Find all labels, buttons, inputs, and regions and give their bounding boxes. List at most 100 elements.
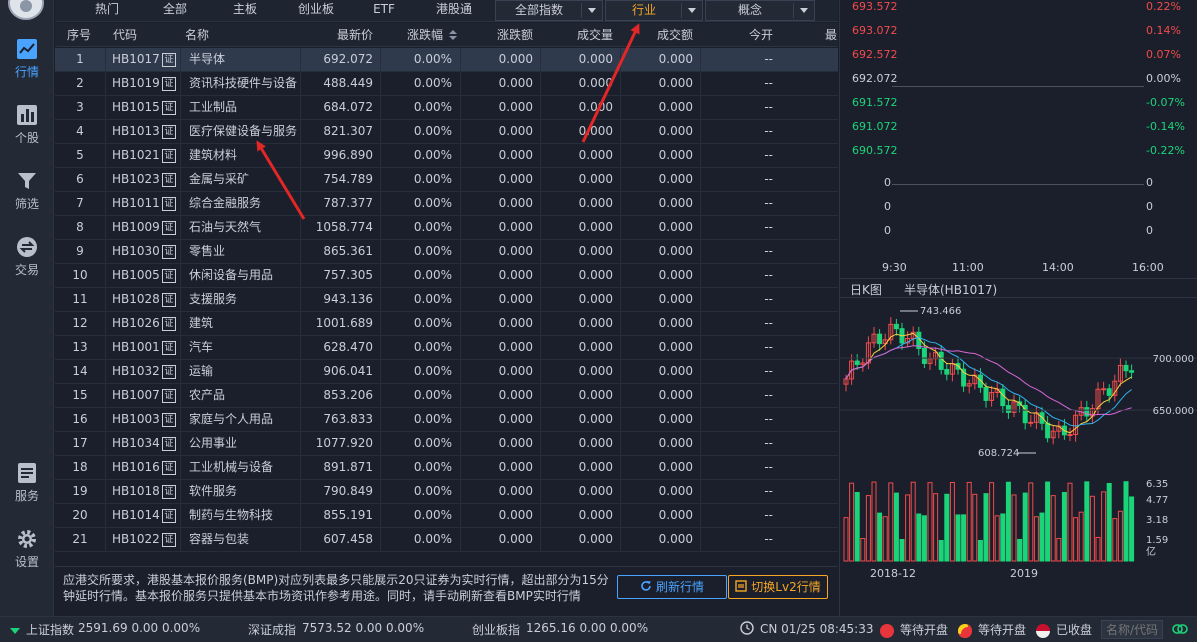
- refresh-quotes-button[interactable]: 刷新行情: [617, 575, 727, 599]
- table-row[interactable]: 12 HB1026 建筑 1001.689 0.00% 0.000 0.000 0.000 --…: [55, 312, 838, 336]
- tab-etf[interactable]: ETF: [365, 0, 403, 21]
- row-name: 运输: [189, 364, 214, 378]
- col-header-chg[interactable]: 涨跌额: [473, 23, 533, 47]
- table-row[interactable]: 17 HB1034 公用事业 1077.920 0.00% 0.000 0.000 0.000…: [55, 432, 838, 456]
- row-seq: 19: [72, 484, 88, 498]
- volume-bar: [1089, 495, 1095, 562]
- col-header-pct[interactable]: 涨跌幅: [385, 23, 457, 47]
- search-input[interactable]: [1101, 620, 1163, 639]
- table-row[interactable]: 5 HB1021 建筑材料 996.890 0.00% 0.000 0.000 0.000 --…: [55, 144, 838, 168]
- dropdown-concept[interactable]: 概念: [705, 0, 815, 21]
- row-pct: 0.00%: [413, 316, 452, 330]
- dropdown-industry[interactable]: 行业: [605, 0, 703, 21]
- row-amount: 0.000: [658, 316, 693, 330]
- table-row[interactable]: 4 HB1013 医疗保健设备与服务 821.307 0.00% 0.000 0.000 0.…: [55, 120, 838, 144]
- axis-tick: 700.000: [1153, 354, 1194, 365]
- row-price: 853.206: [323, 388, 373, 402]
- switch-lv2-button[interactable]: 切换Lv2行情: [728, 575, 828, 599]
- table-row[interactable]: 1 HB1017 半导体 692.072 0.00% 0.000 0.000 0.000 -- 证: [55, 48, 838, 72]
- row-open: --: [764, 508, 773, 522]
- table-row[interactable]: 6 HB1023 金属与采矿 754.789 0.00% 0.000 0.000 0.000-…: [55, 168, 838, 192]
- table-row[interactable]: 15 HB1007 农产品 853.206 0.00% 0.000 0.000 0.000 --…: [55, 384, 838, 408]
- row-seq: 18: [72, 460, 88, 474]
- cert-badge-icon: 证: [162, 149, 176, 163]
- col-header-high[interactable]: 最: [825, 23, 837, 47]
- table-row[interactable]: 11 HB1028 支援服务 943.136 0.00% 0.000 0.000 0.000-…: [55, 288, 838, 312]
- col-header-seq[interactable]: 序号: [67, 23, 91, 47]
- table-row[interactable]: 18 HB1016 工业机械与设备 891.871 0.00% 0.000 0.000 0.0…: [55, 456, 838, 480]
- tab-chinext[interactable]: 创业板: [291, 0, 341, 21]
- table-row[interactable]: 7 HB1011 综合金融服务 787.377 0.00% 0.000 0.000 0.000…: [55, 192, 838, 216]
- col-header-volume[interactable]: 成交量: [553, 23, 613, 47]
- column-divider: [380, 408, 381, 432]
- index-sh[interactable]: 上证指数: [10, 621, 74, 638]
- tab-main-board[interactable]: 主板: [225, 0, 265, 21]
- row-change: 0.000: [498, 412, 533, 426]
- row-amount: 0.000: [658, 364, 693, 378]
- table-row[interactable]: 10 HB1005 休闲设备与用品 757.305 0.00% 0.000 0.000 0.0…: [55, 264, 838, 288]
- col-header-code[interactable]: 代码: [113, 23, 137, 47]
- row-pct: 0.00%: [413, 100, 452, 114]
- day-k-chart[interactable]: 743.466 608.724 700.000 650.000: [840, 299, 1197, 472]
- table-row[interactable]: 19 HB1018 软件服务 790.849 0.00% 0.000 0.000 0.000-…: [55, 480, 838, 504]
- column-divider: [620, 312, 621, 336]
- column-divider: [380, 480, 381, 504]
- column-divider: [700, 144, 701, 168]
- column-divider: [105, 120, 106, 144]
- row-volume: 0.000: [578, 340, 613, 354]
- index-sz-name[interactable]: 深证成指: [248, 621, 296, 638]
- nav-item-market[interactable]: 行情: [0, 38, 54, 92]
- nav-item-service[interactable]: 服务: [0, 462, 54, 516]
- table-row[interactable]: 3 HB1015 工业制品 684.072 0.00% 0.000 0.000 0.000 --…: [55, 96, 838, 120]
- nav-item-settings[interactable]: 设置: [0, 528, 54, 582]
- column-divider: [460, 456, 461, 480]
- nav-item-filter[interactable]: 筛选: [0, 170, 54, 224]
- trade-icon: [17, 237, 37, 257]
- table-row[interactable]: 16 HB1003 家庭与个人用品 763.833 0.00% 0.000 0.000 0.0…: [55, 408, 838, 432]
- tab-hk-connect[interactable]: 港股通: [429, 0, 479, 21]
- table-row[interactable]: 13 HB1001 汽车 628.470 0.00% 0.000 0.000 0.000 -- 证: [55, 336, 838, 360]
- nav-item-trade[interactable]: 交易: [0, 236, 54, 290]
- axis-tick: 650.000: [1153, 406, 1194, 417]
- volume-bar: [865, 495, 871, 562]
- industry-table: 1 HB1017 半导体 692.072 0.00% 0.000 0.000 0.000 -- 证…: [55, 48, 838, 558]
- candle-body: [1101, 388, 1107, 391]
- table-row[interactable]: 9 HB1030 零售业 865.361 0.00% 0.000 0.000 0.000 -- 证: [55, 240, 838, 264]
- avatar[interactable]: [8, 0, 44, 20]
- table-row[interactable]: 21 HB1022 容器与包装 607.458 0.00% 0.000 0.000 0.000…: [55, 528, 838, 552]
- row-pct: 0.00%: [413, 436, 452, 450]
- table-row[interactable]: 20 HB1014 制药与生物科技 855.191 0.00% 0.000 0.000 0.0…: [55, 504, 838, 528]
- column-divider: [105, 504, 106, 528]
- column-divider: [180, 504, 181, 528]
- column-divider: [700, 360, 701, 384]
- column-divider: [460, 360, 461, 384]
- cert-badge-icon: 证: [162, 221, 176, 235]
- volume-bar: [860, 538, 866, 562]
- col-header-open[interactable]: 今开: [715, 23, 773, 47]
- candle-body: [921, 347, 927, 364]
- column-divider: [620, 360, 621, 384]
- link-icon[interactable]: [1172, 623, 1188, 635]
- row-pct: 0.00%: [413, 244, 452, 258]
- nav-item-stock[interactable]: 个股: [0, 104, 54, 158]
- table-row[interactable]: 8 HB1009 石油与天然气 1058.774 0.00% 0.000 0.000 0.00…: [55, 216, 838, 240]
- dropdown-all-index[interactable]: 全部指数: [495, 0, 603, 21]
- table-row[interactable]: 2 HB1019 资讯科技硬件与设备 488.449 0.00% 0.000 0.000 0.…: [55, 72, 838, 96]
- high-price-label: 743.466: [920, 306, 961, 317]
- row-pct: 0.00%: [413, 460, 452, 474]
- tab-hot[interactable]: 热门: [85, 0, 129, 21]
- col-header-amount[interactable]: 成交额: [633, 23, 693, 47]
- index-cy-name[interactable]: 创业板指: [472, 621, 520, 638]
- intraday-chart[interactable]: 693.572 0.22% 693.072 0.14% 692.572 0.07% 692.…: [840, 0, 1197, 278]
- column-divider: [300, 240, 301, 264]
- column-divider: [180, 480, 181, 504]
- col-header-price[interactable]: 最新价: [315, 23, 373, 47]
- cert-badge-icon: 证: [162, 53, 176, 67]
- day-k-tab[interactable]: 日K图: [850, 281, 882, 298]
- table-row[interactable]: 14 HB1032 运输 906.041 0.00% 0.000 0.000 0.000 -- 证: [55, 360, 838, 384]
- col-header-name[interactable]: 名称: [185, 23, 209, 47]
- tab-all[interactable]: 全部: [155, 0, 195, 21]
- row-name: 公用事业: [189, 436, 238, 450]
- volume-bar: [944, 493, 950, 562]
- row-volume: 0.000: [578, 508, 613, 522]
